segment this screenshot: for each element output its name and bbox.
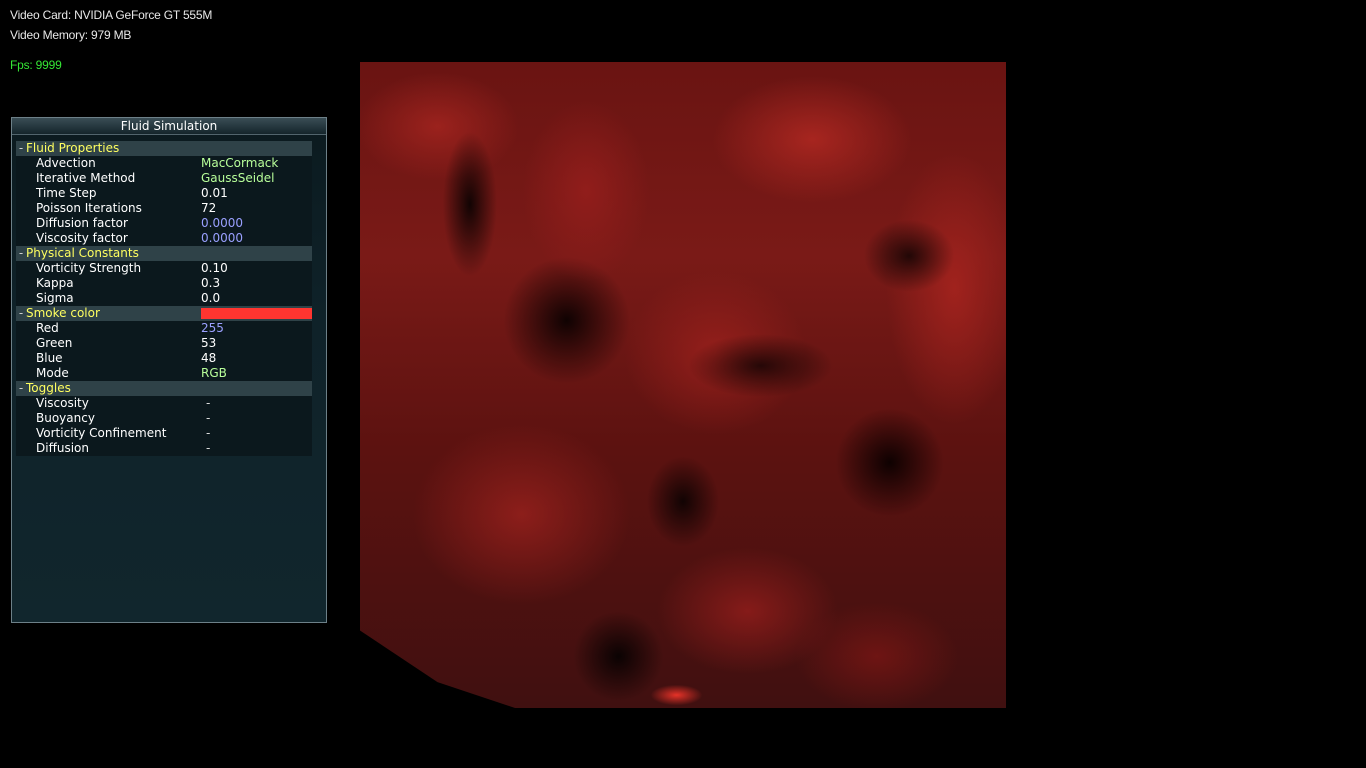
param-diffusion[interactable]: Diffusion - bbox=[16, 441, 312, 456]
collapse-icon[interactable]: - bbox=[16, 246, 26, 261]
group-toggles[interactable]: - Toggles bbox=[16, 381, 312, 396]
param-label: Mode bbox=[36, 366, 69, 380]
param-value[interactable]: - bbox=[206, 426, 210, 441]
param-label: Poisson Iterations bbox=[36, 201, 142, 215]
fluid-simulation-panel[interactable]: Fluid Simulation - Fluid Properties Advect… bbox=[11, 117, 327, 623]
param-poisson-iterations[interactable]: Poisson Iterations 72 bbox=[16, 201, 312, 216]
param-value[interactable]: - bbox=[206, 441, 210, 456]
param-value[interactable]: - bbox=[206, 411, 210, 426]
group-label: Physical Constants bbox=[26, 246, 139, 260]
group-label: Toggles bbox=[26, 381, 71, 395]
param-label: Time Step bbox=[36, 186, 97, 200]
param-value[interactable]: 0.01 bbox=[201, 186, 228, 201]
param-iterative-method[interactable]: Iterative Method GaussSeidel bbox=[16, 171, 312, 186]
collapse-icon[interactable]: - bbox=[16, 306, 26, 321]
param-value[interactable]: 0.10 bbox=[201, 261, 228, 276]
param-value[interactable]: 72 bbox=[201, 201, 216, 216]
param-sigma[interactable]: Sigma 0.0 bbox=[16, 291, 312, 306]
video-memory-label: Video Memory: 979 MB bbox=[10, 28, 132, 42]
param-red[interactable]: Red 255 bbox=[16, 321, 312, 336]
param-label: Iterative Method bbox=[36, 171, 136, 185]
param-label: Kappa bbox=[36, 276, 74, 290]
param-label: Viscosity factor bbox=[36, 231, 128, 245]
param-label: Diffusion bbox=[36, 441, 89, 455]
group-physical-constants[interactable]: - Physical Constants bbox=[16, 246, 312, 261]
param-value[interactable]: 0.3 bbox=[201, 276, 220, 291]
panel-title[interactable]: Fluid Simulation bbox=[12, 118, 326, 135]
param-value[interactable]: GaussSeidel bbox=[201, 171, 274, 186]
param-label: Sigma bbox=[36, 291, 74, 305]
param-label: Vorticity Confinement bbox=[36, 426, 167, 440]
param-kappa[interactable]: Kappa 0.3 bbox=[16, 276, 312, 291]
param-label: Advection bbox=[36, 156, 96, 170]
param-mode[interactable]: Mode RGB bbox=[16, 366, 312, 381]
collapse-icon[interactable]: - bbox=[16, 141, 26, 156]
param-blue[interactable]: Blue 48 bbox=[16, 351, 312, 366]
param-value[interactable]: MacCormack bbox=[201, 156, 278, 171]
param-label: Vorticity Strength bbox=[36, 261, 142, 275]
param-vorticity-confinement[interactable]: Vorticity Confinement - bbox=[16, 426, 312, 441]
param-value[interactable]: - bbox=[206, 396, 210, 411]
param-advection[interactable]: Advection MacCormack bbox=[16, 156, 312, 171]
group-label: Fluid Properties bbox=[26, 141, 120, 155]
param-buoyancy[interactable]: Buoyancy - bbox=[16, 411, 312, 426]
param-value[interactable]: 53 bbox=[201, 336, 216, 351]
param-value[interactable]: 0.0000 bbox=[201, 216, 243, 231]
param-label: Blue bbox=[36, 351, 63, 365]
smoke-color-swatch[interactable] bbox=[201, 308, 312, 319]
param-value[interactable]: 255 bbox=[201, 321, 224, 336]
group-smoke-color[interactable]: - Smoke color bbox=[16, 306, 312, 321]
param-label: Diffusion factor bbox=[36, 216, 128, 230]
fluid-simulation-viewport[interactable] bbox=[360, 62, 1006, 708]
param-diffusion-factor[interactable]: Diffusion factor 0.0000 bbox=[16, 216, 312, 231]
param-value[interactable]: 48 bbox=[201, 351, 216, 366]
param-green[interactable]: Green 53 bbox=[16, 336, 312, 351]
param-label: Green bbox=[36, 336, 73, 350]
video-card-label: Video Card: NVIDIA GeForce GT 555M bbox=[10, 8, 213, 22]
collapse-icon[interactable]: - bbox=[16, 381, 26, 396]
fps-counter: Fps: 9999 bbox=[10, 58, 62, 72]
param-label: Viscosity bbox=[36, 396, 89, 410]
param-viscosity[interactable]: Viscosity - bbox=[16, 396, 312, 411]
tweak-list: - Fluid Properties Advection MacCormack Iter… bbox=[16, 141, 312, 456]
group-fluid-properties[interactable]: - Fluid Properties bbox=[16, 141, 312, 156]
param-value[interactable]: 0.0 bbox=[201, 291, 220, 306]
param-value[interactable]: 0.0000 bbox=[201, 231, 243, 246]
param-viscosity-factor[interactable]: Viscosity factor 0.0000 bbox=[16, 231, 312, 246]
param-vorticity-strength[interactable]: Vorticity Strength 0.10 bbox=[16, 261, 312, 276]
group-label: Smoke color bbox=[26, 306, 100, 320]
param-label: Buoyancy bbox=[36, 411, 95, 425]
param-time-step[interactable]: Time Step 0.01 bbox=[16, 186, 312, 201]
param-label: Red bbox=[36, 321, 59, 335]
param-value[interactable]: RGB bbox=[201, 366, 227, 381]
